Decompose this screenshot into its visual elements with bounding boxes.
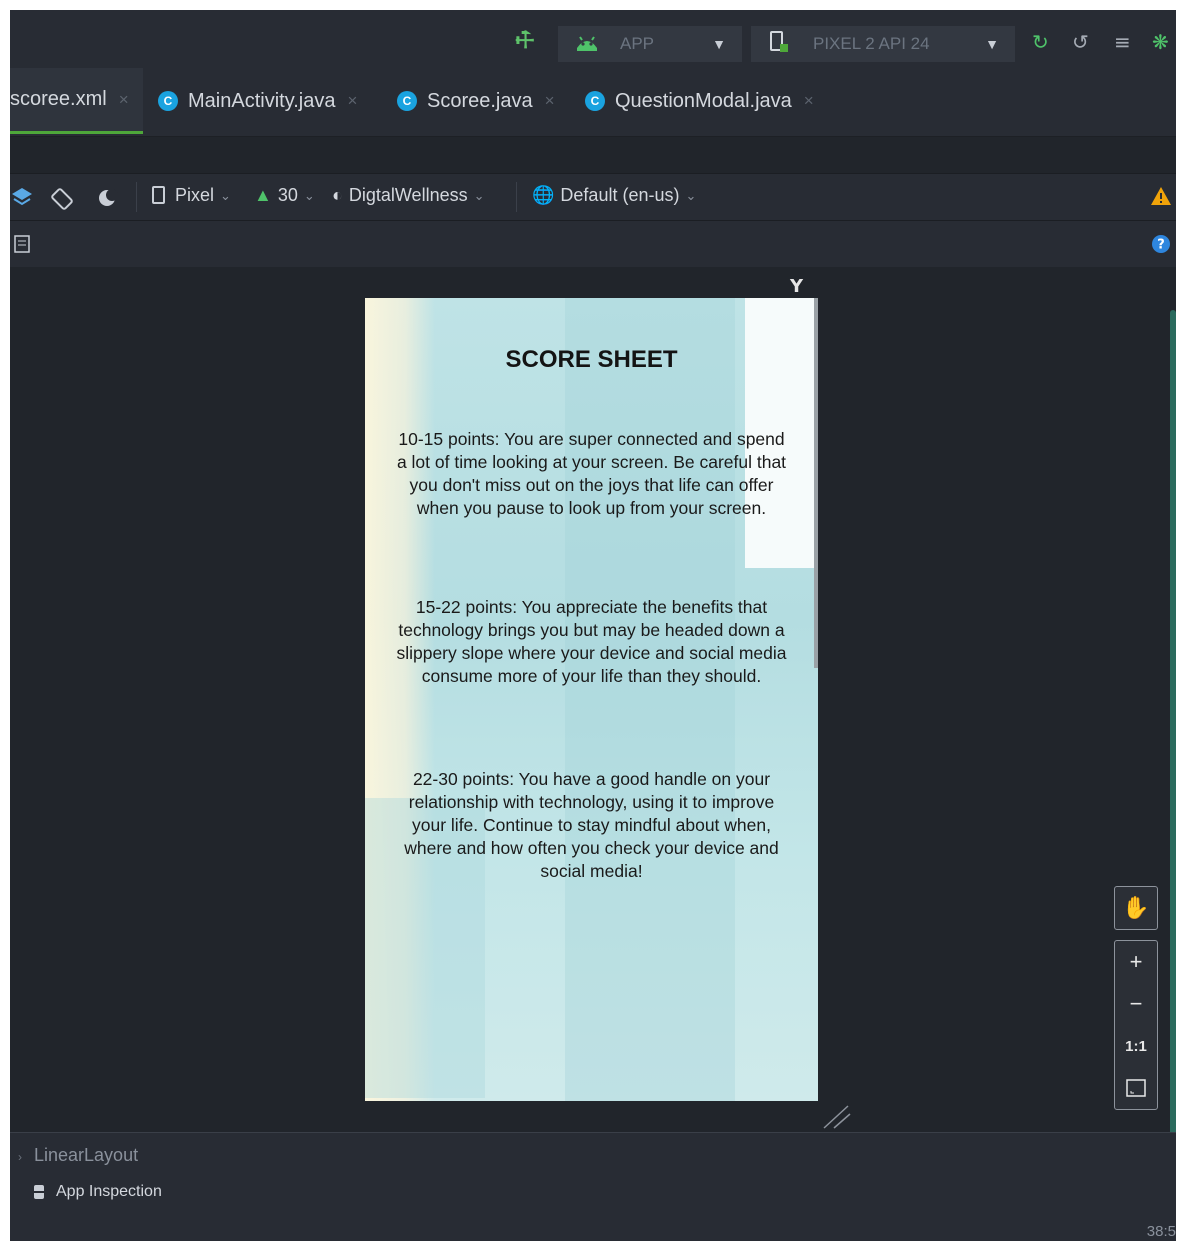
app-inspection-tab[interactable]: App Inspection	[30, 1183, 162, 1201]
close-icon[interactable]: ×	[804, 91, 814, 111]
tab-mainactivity-java[interactable]: C MainActivity.java ×	[158, 68, 357, 134]
phone-icon	[152, 186, 165, 204]
score-sheet-title[interactable]: SCORE SHEET	[365, 346, 818, 374]
run-config-label: APP	[620, 34, 655, 53]
close-icon[interactable]: ×	[347, 91, 357, 111]
help-icon[interactable]: ?	[1152, 235, 1170, 257]
tab-label: scoree.xml	[10, 88, 107, 110]
apply-changes-icon[interactable]: ↻	[1032, 32, 1049, 52]
tab-label: MainActivity.java	[188, 89, 336, 112]
theme-selector[interactable]: ◐ DigtalWellness ⌄	[332, 186, 485, 204]
canvas-scrollbar[interactable]	[1170, 310, 1176, 1140]
debug-bug-icon[interactable]: ❋	[1152, 32, 1169, 52]
zoom-out-button[interactable]: −	[1115, 983, 1157, 1025]
zoom-in-button[interactable]: +	[1115, 941, 1157, 983]
logcat-icon[interactable]: ≡	[1114, 32, 1131, 52]
zoom-controls: + − 1:1	[1114, 940, 1158, 1110]
background-wash	[565, 298, 735, 1101]
close-icon[interactable]: ×	[545, 91, 555, 111]
chevron-down-icon: ⌄	[685, 187, 697, 203]
device-selector-label: Pixel	[175, 185, 215, 205]
bottom-panel: › LinearLayout App Inspection 38:5	[10, 1132, 1176, 1241]
orientation-icon[interactable]	[50, 186, 78, 212]
fit-screen-icon	[1126, 1079, 1146, 1097]
zoom-actual-size-button[interactable]: 1:1	[1115, 1025, 1157, 1067]
pin-icon[interactable]: Y	[790, 276, 803, 297]
toolbar-divider	[516, 182, 517, 212]
run-toolbar: ⚒ APP ▼ PIXEL 2 API 24 ▼ ↻ ↺ ≡ ❋	[10, 10, 1176, 68]
layout-preview[interactable]: SCORE SHEET 10-15 points: You are super …	[365, 298, 818, 1101]
android-icon	[574, 32, 602, 57]
chevron-down-icon: ▼	[985, 36, 999, 52]
theme-selector-label: DigtalWellness	[348, 185, 468, 205]
design-subtoolbar: ?	[10, 221, 1176, 267]
toolbar-divider	[136, 182, 137, 212]
breadcrumb-label: LinearLayout	[34, 1145, 139, 1165]
chevron-down-icon: ▼	[712, 36, 726, 52]
design-canvas[interactable]: Y SCORE SHEET 10-15 points: You are supe…	[10, 268, 1176, 1132]
component-breadcrumb[interactable]: › LinearLayout	[18, 1145, 138, 1166]
chevron-down-icon: ⌄	[303, 187, 315, 203]
device-selector[interactable]: Pixel ⌄	[152, 186, 231, 204]
night-mode-icon[interactable]	[96, 186, 122, 212]
api-selector-label: 30	[277, 185, 298, 205]
chevron-down-icon: ⌄	[220, 187, 231, 203]
locale-selector[interactable]: 🌐 Default (en-us) ⌄	[532, 186, 696, 204]
device-label: PIXEL 2 API 24	[813, 34, 930, 53]
api-selector[interactable]: ▲ 30 ⌄	[254, 186, 315, 204]
resize-handle-icon[interactable]	[822, 1104, 852, 1130]
status-position: 38:5	[1146, 1223, 1176, 1240]
class-icon: C	[397, 91, 417, 111]
apply-code-changes-icon[interactable]: ↺	[1072, 32, 1089, 52]
tab-label: QuestionModal.java	[615, 89, 792, 112]
class-icon: C	[158, 91, 178, 111]
close-icon[interactable]: ×	[119, 90, 129, 110]
app-inspection-label: App Inspection	[56, 1183, 162, 1200]
tab-label: Scoree.java	[427, 89, 533, 112]
chevron-right-icon: ›	[18, 1150, 22, 1164]
zoom-to-fit-button[interactable]	[1115, 1067, 1157, 1109]
tab-questionmodal-java[interactable]: C QuestionModal.java ×	[585, 68, 814, 134]
warning-icon[interactable]	[1150, 186, 1172, 206]
editor-strip	[10, 137, 1176, 174]
phone-device-icon	[767, 30, 795, 59]
design-toolbar: Pixel ⌄ ▲ 30 ⌄ ◐ DigtalWellness ⌄ 🌐 Defa…	[10, 174, 1176, 221]
score-range-text-3[interactable]: 22-30 points: You have a good handle on …	[395, 768, 788, 883]
globe-icon: 🌐	[532, 185, 555, 205]
tab-scoree-java[interactable]: C Scoree.java ×	[397, 68, 555, 134]
android-icon: ▲	[254, 185, 272, 205]
build-hammer-icon[interactable]: ⚒	[510, 25, 542, 57]
locale-selector-label: Default (en-us)	[560, 185, 680, 205]
tab-scoree-xml[interactable]: scoree.xml ×	[10, 68, 143, 134]
score-range-text-2[interactable]: 15-22 points: You appreciate the benefit…	[395, 596, 788, 688]
chevron-down-icon: ⌄	[473, 187, 485, 203]
svg-text:?: ?	[1157, 238, 1165, 253]
pan-tool-button[interactable]: ✋	[1114, 886, 1158, 930]
hand-icon: ✋	[1122, 895, 1150, 920]
editor-tabs: scoree.xml × C MainActivity.java × C Sco…	[10, 68, 1176, 137]
component-tree-icon[interactable]	[14, 235, 30, 257]
design-layers-icon[interactable]	[10, 186, 36, 208]
theme-icon: ◐	[332, 185, 343, 205]
ide-window: ⚒ APP ▼ PIXEL 2 API 24 ▼ ↻ ↺ ≡ ❋ scoree.…	[10, 10, 1176, 1241]
device-dropdown[interactable]: PIXEL 2 API 24 ▼	[751, 26, 1015, 62]
inspection-icon	[32, 1185, 46, 1199]
class-icon: C	[585, 91, 605, 111]
run-config-dropdown[interactable]: APP ▼	[558, 26, 742, 62]
score-range-text-1[interactable]: 10-15 points: You are super connected an…	[395, 428, 788, 520]
